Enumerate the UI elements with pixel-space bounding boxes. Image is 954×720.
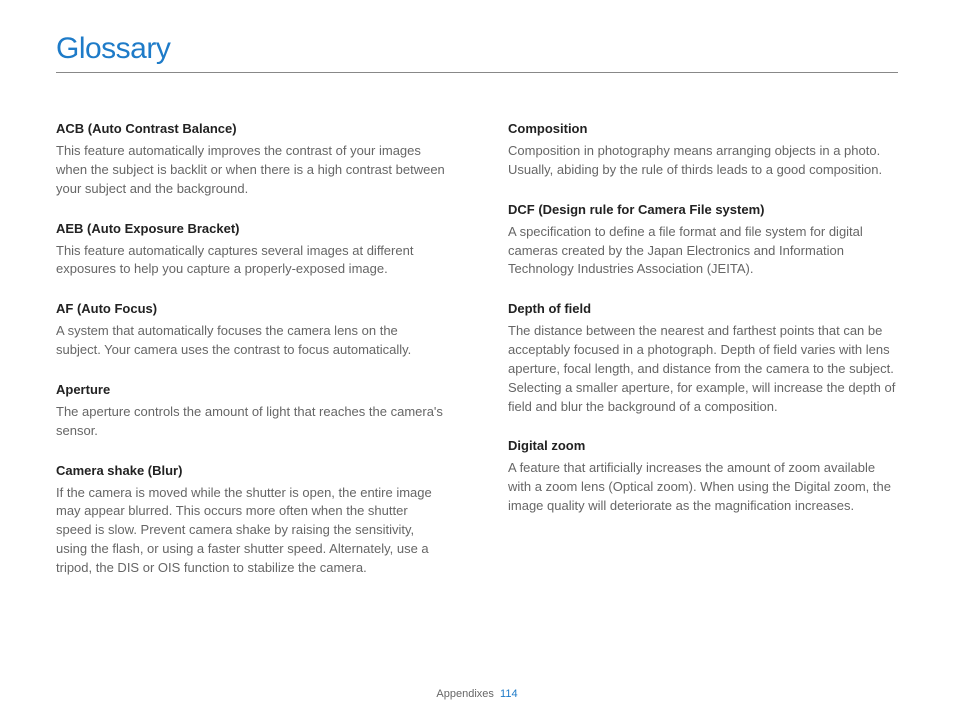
footer-section: Appendixes xyxy=(436,688,494,700)
glossary-entry: Aperture The aperture controls the amoun… xyxy=(56,382,446,441)
glossary-entry: Camera shake (Blur) If the camera is mov… xyxy=(56,463,446,578)
term: Camera shake (Blur) xyxy=(56,463,446,478)
glossary-entry: Digital zoom A feature that artificially… xyxy=(508,438,898,516)
page-number: 114 xyxy=(500,688,518,700)
definition: A system that automatically focuses the … xyxy=(56,322,446,360)
term: AF (Auto Focus) xyxy=(56,301,446,316)
glossary-entry: ACB (Auto Contrast Balance) This feature… xyxy=(56,121,446,199)
page-title: Glossary xyxy=(56,32,898,73)
term: AEB (Auto Exposure Bracket) xyxy=(56,221,446,236)
glossary-entry: AF (Auto Focus) A system that automatica… xyxy=(56,301,446,360)
term: DCF (Design rule for Camera File system) xyxy=(508,202,898,217)
definition: This feature automatically captures seve… xyxy=(56,242,446,280)
term: Aperture xyxy=(56,382,446,397)
term: Composition xyxy=(508,121,898,136)
term: ACB (Auto Contrast Balance) xyxy=(56,121,446,136)
term: Depth of field xyxy=(508,301,898,316)
definition: The distance between the nearest and far… xyxy=(508,322,898,416)
content-columns: ACB (Auto Contrast Balance) This feature… xyxy=(56,121,898,600)
definition: A feature that artificially increases th… xyxy=(508,459,898,516)
term: Digital zoom xyxy=(508,438,898,453)
definition: This feature automatically improves the … xyxy=(56,142,446,199)
definition: Composition in photography means arrangi… xyxy=(508,142,898,180)
definition: The aperture controls the amount of ligh… xyxy=(56,403,446,441)
glossary-entry: Depth of field The distance between the … xyxy=(508,301,898,416)
definition: If the camera is moved while the shutter… xyxy=(56,484,446,578)
glossary-entry: AEB (Auto Exposure Bracket) This feature… xyxy=(56,221,446,280)
glossary-entry: Composition Composition in photography m… xyxy=(508,121,898,180)
definition: A specification to define a file format … xyxy=(508,223,898,280)
left-column: ACB (Auto Contrast Balance) This feature… xyxy=(56,121,446,600)
right-column: Composition Composition in photography m… xyxy=(508,121,898,600)
glossary-entry: DCF (Design rule for Camera File system)… xyxy=(508,202,898,280)
page-footer: Appendixes 114 xyxy=(0,688,954,700)
